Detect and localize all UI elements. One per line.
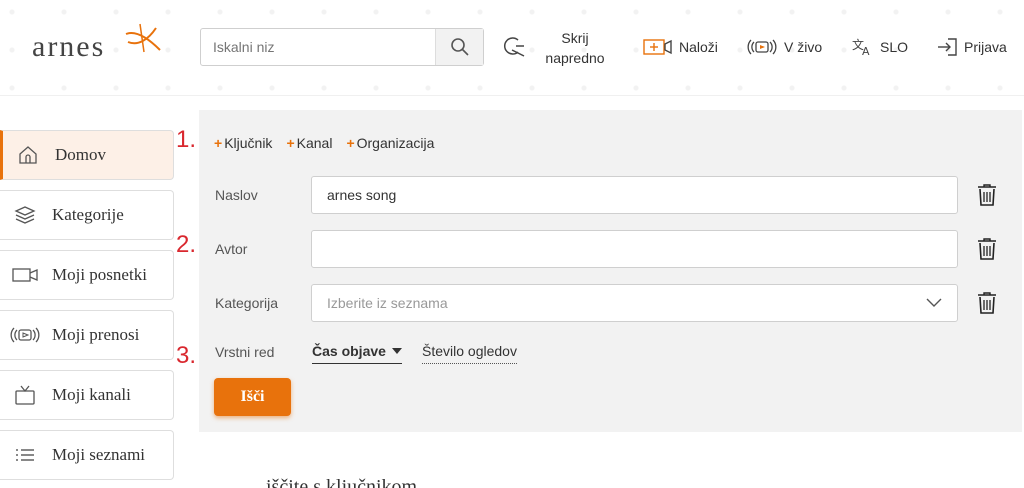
list-icon [0,446,50,464]
svg-text:A: A [862,45,870,57]
logo-text[interactable]: arnes [32,30,105,64]
title-field[interactable]: arnes song [311,176,958,214]
trash-icon[interactable] [976,183,998,207]
login-icon [938,38,957,56]
login-label: Prijava [964,39,1007,55]
sidebar-item-label: Moji prenosi [52,325,140,344]
sidebar-item-home[interactable]: Domov [0,130,174,180]
trash-icon[interactable] [976,237,998,261]
broadcast-icon [0,325,50,345]
trash-icon[interactable] [976,291,998,315]
top-bar: arnes Skrij napredno Naloži [0,0,1024,96]
hide-advanced-line1: Skrij [561,30,589,46]
chevron-down-icon [926,298,942,307]
add-channel-label: Kanal [296,135,333,151]
upload-button[interactable]: Naloži [643,28,718,66]
sort-by-date-label: Čas objave [312,343,386,359]
results-heading: ... ... iščite s ključnikom ... [226,476,438,488]
step-marker-2: 2. [176,231,197,258]
search-input[interactable] [201,29,435,65]
layers-icon [0,205,50,225]
plus-icon: + [346,135,355,151]
home-icon [3,145,53,165]
caret-down-icon [391,348,402,354]
add-organization-label: Organizacija [356,135,435,151]
sidebar-item-my-streams[interactable]: Moji prenosi [0,310,174,360]
category-select[interactable]: Izberite iz seznama [311,284,958,322]
add-keyword-link[interactable]: + Ključnik [214,135,272,151]
upload-video-icon [643,39,672,55]
author-field[interactable] [311,230,958,268]
sidebar-item-my-videos[interactable]: Moji posnetki [0,250,174,300]
advanced-search-icon[interactable] [502,34,526,58]
add-channel-link[interactable]: + Kanal [286,135,332,151]
author-label: Avtor [215,241,248,257]
add-keyword-label: Ključnik [224,135,273,151]
logo-swirl-icon [125,23,161,53]
advanced-search-panel [199,110,1022,432]
sidebar-item-my-channels[interactable]: Moji kanali [0,370,174,420]
sidebar-item-label: Moji kanali [52,385,131,404]
translate-icon: 文 A [852,37,870,57]
title-label: Naslov [215,187,258,203]
add-organization-link[interactable]: + Organizacija [346,135,434,151]
login-button[interactable]: Prijava [936,28,1007,66]
hide-advanced-line2: napredno [545,50,605,66]
plus-icon: + [214,135,223,151]
sidebar-item-label: Domov [55,145,106,164]
live-broadcast-icon [747,39,777,55]
add-filter-links: + Ključnik + Kanal + Organizacija [214,135,434,151]
step-marker-3: 3. [176,342,197,369]
live-label: V živo [784,39,823,55]
tv-icon [0,384,50,406]
sort-by-date-option[interactable]: Čas objave [312,343,402,364]
video-camera-icon [0,265,50,285]
search-icon [450,38,469,56]
sidebar-item-my-lists[interactable]: Moji seznami [0,430,174,480]
category-label: Kategorija [215,295,279,311]
sort-by-views-option[interactable]: Število ogledov [422,343,517,364]
plus-icon: + [286,135,295,151]
sidebar-item-label: Moji posnetki [52,265,147,284]
sidebar-item-label: Kategorije [52,205,124,224]
category-placeholder: Izberite iz seznama [327,295,448,311]
sort-label: Vrstni red [215,344,275,360]
hide-advanced-toggle[interactable]: Skrij napredno [540,28,610,68]
language-label: SLO [880,39,909,55]
search-button[interactable] [435,29,483,65]
sidebar-item-label: Moji seznami [52,445,146,464]
upload-label: Naloži [679,39,718,55]
search-box [200,28,484,66]
language-button[interactable]: 文 A SLO [852,28,908,66]
search-submit-button[interactable]: Išči [214,378,291,416]
step-marker-1: 1. [176,126,197,153]
sidebar-item-categories[interactable]: Kategorije [0,190,174,240]
live-button[interactable]: V živo [746,28,822,66]
